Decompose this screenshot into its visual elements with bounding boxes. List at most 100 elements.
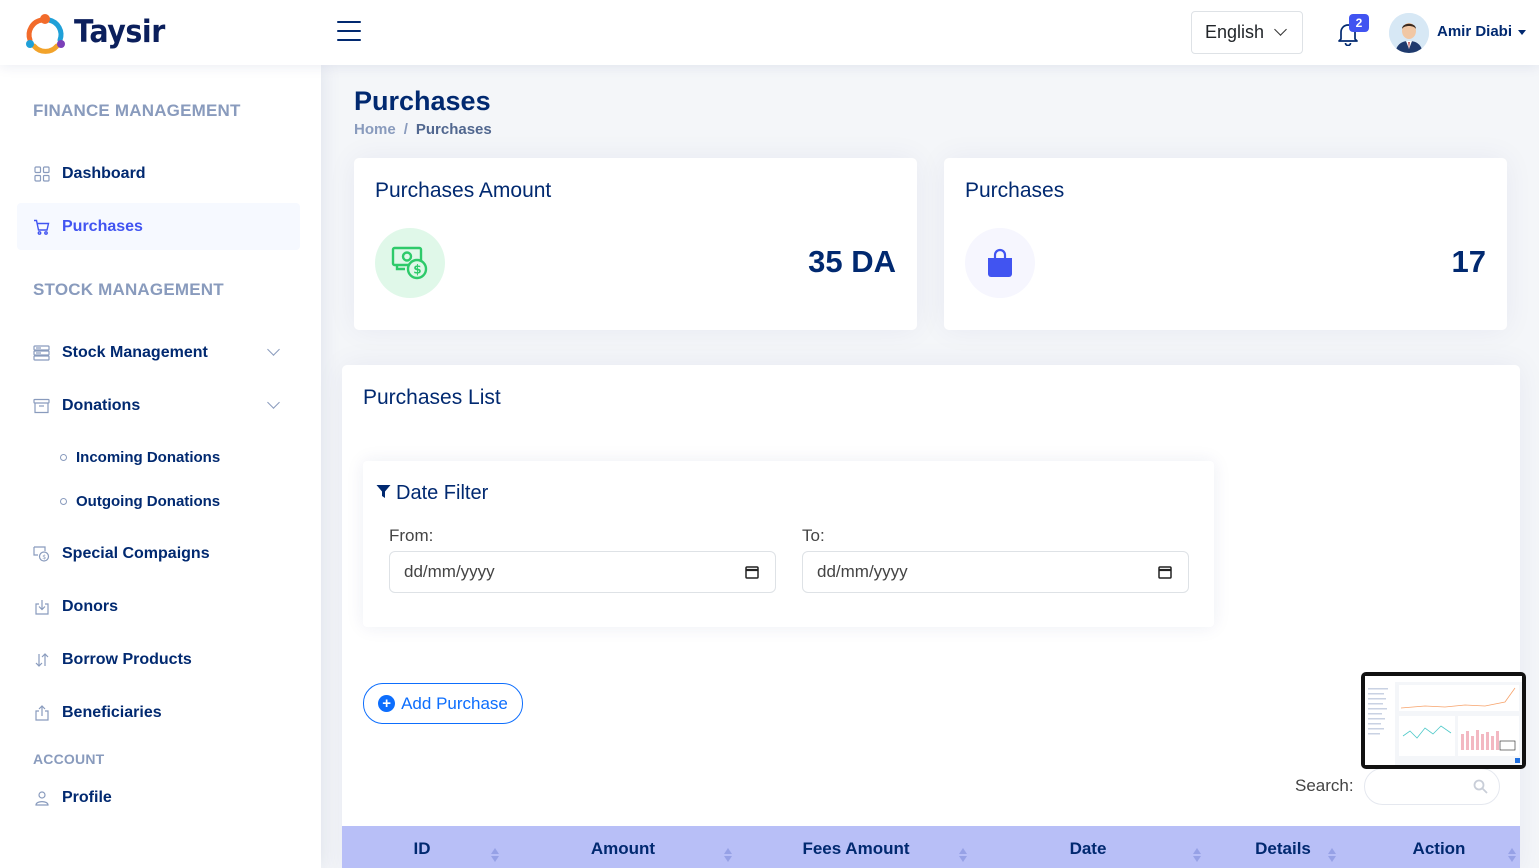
sidebar-item-borrow-products[interactable]: Borrow Products bbox=[17, 636, 300, 683]
sidebar-item-donations[interactable]: Donations bbox=[17, 382, 300, 429]
sidebar-item-label: Donations bbox=[62, 396, 141, 414]
sidebar-subitem-label: Outgoing Donations bbox=[76, 493, 221, 510]
sidebar-item-label: Special Compaigns bbox=[62, 544, 210, 562]
column-header-amount[interactable]: Amount bbox=[502, 826, 744, 868]
search-input[interactable] bbox=[1364, 768, 1500, 805]
circle-icon bbox=[60, 454, 67, 461]
column-header-date[interactable]: Date bbox=[968, 826, 1208, 868]
sort-up-icon bbox=[1328, 848, 1336, 854]
grid-icon bbox=[33, 165, 50, 182]
sort-down-icon bbox=[1193, 856, 1201, 862]
cash-icon: $ bbox=[375, 228, 445, 298]
stat-value: 35 DA bbox=[808, 244, 896, 279]
notification-badge: 2 bbox=[1349, 14, 1369, 32]
sidebar-subitem-incoming-donations[interactable]: Incoming Donations bbox=[60, 449, 220, 466]
sidebar-item-donors[interactable]: Donors bbox=[17, 583, 300, 630]
avatar[interactable] bbox=[1389, 13, 1429, 53]
stat-value: 17 bbox=[1451, 244, 1486, 279]
column-header-fees-amount[interactable]: Fees Amount bbox=[744, 826, 968, 868]
svg-text:$: $ bbox=[413, 263, 421, 277]
to-date-input[interactable]: dd/mm/yyyy bbox=[802, 551, 1189, 593]
column-header-details[interactable]: Details bbox=[1208, 826, 1358, 868]
sidebar-item-dashboard[interactable]: Dashboard bbox=[17, 150, 300, 197]
purchases-list-card: Purchases List Date Filter From: dd/mm/y… bbox=[342, 365, 1520, 868]
sidebar-item-special-compaigns[interactable]: $ Special Compaigns bbox=[17, 530, 300, 577]
sort-down-icon bbox=[491, 856, 499, 862]
sidebar-subitem-outgoing-donations[interactable]: Outgoing Donations bbox=[60, 493, 220, 510]
plus-circle-icon: + bbox=[378, 695, 396, 712]
breadcrumb: Home / Purchases bbox=[354, 121, 492, 138]
sort-up-icon bbox=[1193, 848, 1201, 854]
sidebar-item-label: Borrow Products bbox=[62, 650, 192, 668]
bag-icon bbox=[965, 228, 1035, 298]
sidebar-item-label: Purchases bbox=[62, 217, 143, 235]
app-logo[interactable]: Taysir bbox=[22, 10, 173, 54]
sidebar-item-beneficiaries[interactable]: Beneficiaries bbox=[17, 689, 300, 736]
date-filter-label: Date Filter bbox=[396, 482, 489, 504]
calendar-icon[interactable] bbox=[1158, 565, 1172, 579]
date-filter-title: Date Filter bbox=[376, 482, 488, 505]
table-header: ID Amount Fees Amount Date Details Actio… bbox=[342, 826, 1520, 868]
chevron-down-icon bbox=[1274, 23, 1287, 36]
sort-down-icon bbox=[1508, 856, 1516, 862]
add-purchase-button[interactable]: + Add Purchase bbox=[363, 683, 523, 724]
search-label: Search: bbox=[1295, 776, 1354, 795]
chevron-down-icon bbox=[267, 396, 280, 409]
sidebar-item-purchases[interactable]: Purchases bbox=[17, 203, 300, 250]
sidebar-heading-account: ACCOUNT bbox=[33, 751, 105, 767]
column-header-label: Fees Amount bbox=[802, 838, 910, 858]
from-date-value: dd/mm/yyyy bbox=[404, 562, 495, 581]
column-header-action[interactable]: Action bbox=[1358, 826, 1520, 868]
menu-toggle-icon[interactable] bbox=[337, 19, 362, 44]
box-arrow-up-icon bbox=[33, 704, 50, 721]
sidebar-item-label: Dashboard bbox=[62, 164, 146, 182]
cart-icon bbox=[33, 218, 50, 235]
calendar-icon[interactable] bbox=[745, 565, 759, 579]
to-date-value: dd/mm/yyyy bbox=[817, 562, 908, 581]
sidebar-subitem-label: Incoming Donations bbox=[76, 449, 221, 466]
sidebar-item-profile[interactable]: Profile bbox=[17, 774, 300, 821]
sidebar-item-label: Profile bbox=[62, 788, 112, 806]
cash-coin-icon: $ bbox=[33, 545, 50, 562]
sidebar-heading-finance: FINANCE MANAGEMENT bbox=[33, 101, 241, 120]
sidebar-item-label: Donors bbox=[62, 597, 118, 615]
list-title: Purchases List bbox=[363, 386, 501, 409]
stat-card-purchases-amount: Purchases Amount $ 35 DA bbox=[354, 158, 917, 330]
search-icon bbox=[1473, 779, 1488, 794]
circle-icon bbox=[60, 498, 67, 505]
sort-up-icon bbox=[491, 848, 499, 854]
breadcrumb-separator: / bbox=[403, 121, 408, 138]
sidebar: FINANCE MANAGEMENT Dashboard Purchases S… bbox=[0, 65, 321, 868]
sort-up-icon bbox=[724, 848, 732, 854]
person-icon bbox=[33, 789, 50, 806]
breadcrumb-current: Purchases bbox=[415, 121, 492, 138]
sidebar-item-stock-management[interactable]: Stock Management bbox=[17, 329, 300, 376]
column-header-id[interactable]: ID bbox=[342, 826, 502, 868]
language-select[interactable]: English bbox=[1191, 11, 1303, 54]
sort-up-icon bbox=[959, 848, 967, 854]
caret-down-icon[interactable] bbox=[1518, 30, 1526, 35]
screen-preview-image bbox=[1365, 676, 1522, 765]
user-name[interactable]: Amir Diabi bbox=[1437, 23, 1512, 40]
sidebar-item-label: Stock Management bbox=[62, 343, 208, 361]
chevron-down-icon bbox=[267, 343, 280, 356]
sidebar-heading-stock: STOCK MANAGEMENT bbox=[33, 280, 224, 299]
column-header-label: Date bbox=[1069, 838, 1107, 858]
screen-preview-thumbnail[interactable] bbox=[1361, 672, 1526, 769]
sort-down-icon bbox=[959, 856, 967, 862]
logo-icon bbox=[22, 10, 68, 54]
sort-up-icon bbox=[1508, 848, 1516, 854]
arrow-down-up-icon bbox=[33, 651, 50, 668]
column-header-label: Action bbox=[1412, 838, 1466, 858]
app-name: Taysir bbox=[74, 14, 165, 50]
stat-title: Purchases bbox=[965, 179, 1065, 202]
page-title: Purchases bbox=[354, 86, 491, 116]
sidebar-item-label: Beneficiaries bbox=[62, 703, 162, 721]
stat-card-purchases: Purchases 17 bbox=[944, 158, 1507, 330]
from-date-input[interactable]: dd/mm/yyyy bbox=[389, 551, 776, 593]
date-filter-card: Date Filter From: dd/mm/yyyy To: dd/mm/y… bbox=[363, 461, 1214, 627]
funnel-icon bbox=[376, 482, 391, 505]
breadcrumb-home-link[interactable]: Home bbox=[354, 121, 396, 138]
from-label: From: bbox=[389, 526, 434, 545]
svg-text:$: $ bbox=[42, 554, 46, 561]
